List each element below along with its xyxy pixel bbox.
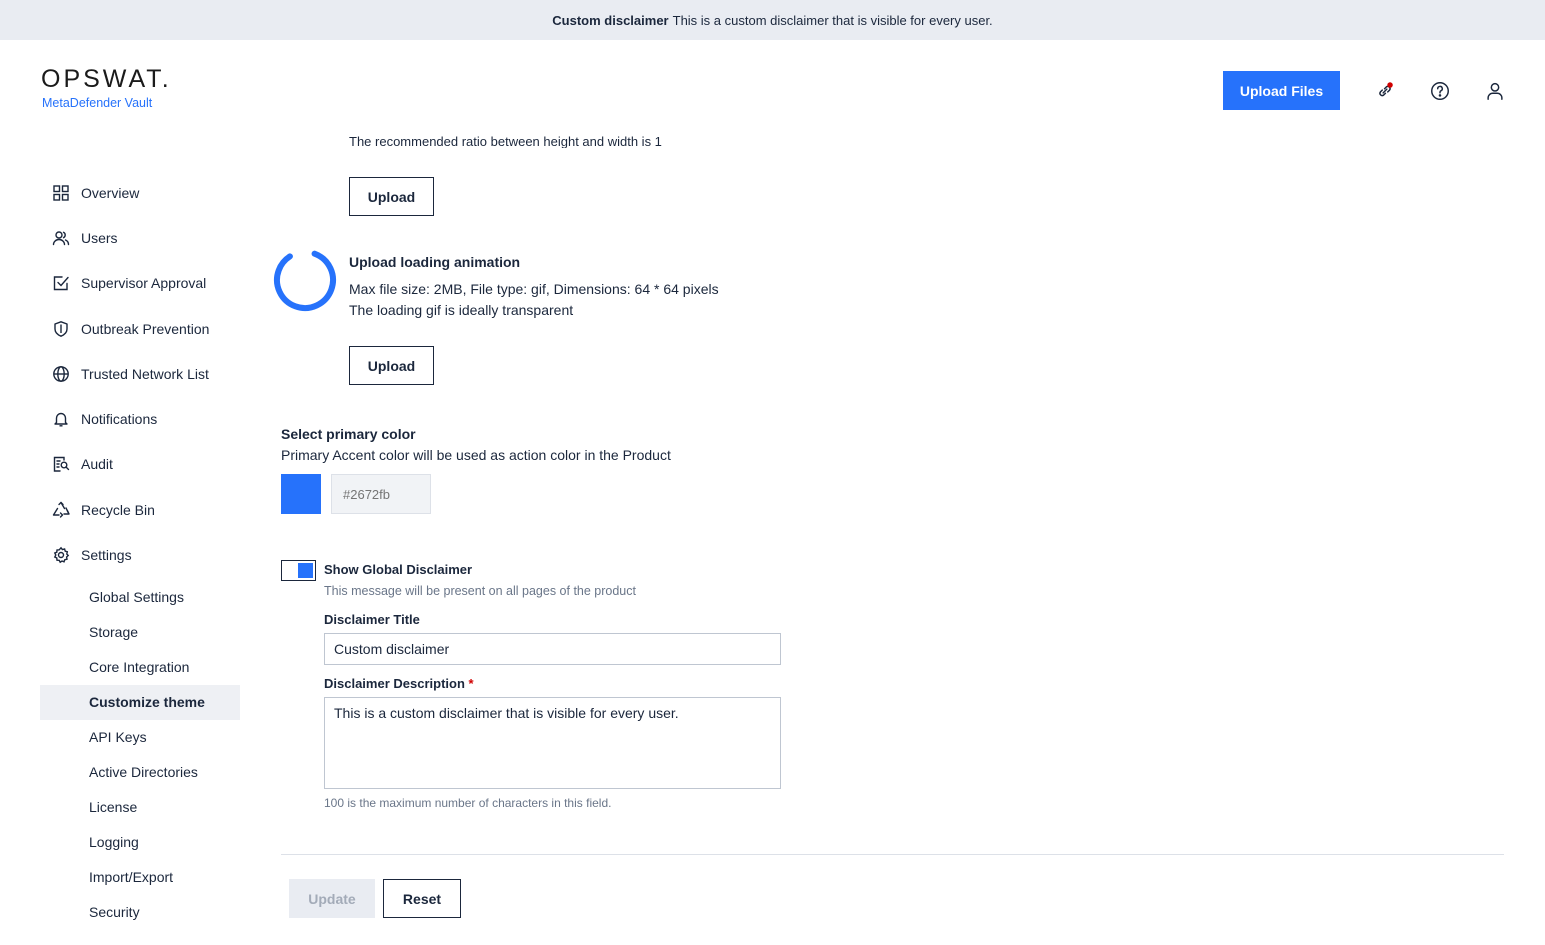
sidebar-subitem-customize-theme[interactable]: Customize theme — [40, 684, 240, 720]
disclaimer-title-input[interactable] — [324, 633, 781, 665]
sidebar-item-users[interactable]: Users — [40, 215, 240, 260]
grid-icon — [52, 184, 70, 202]
sidebar-item-label: Overview — [81, 184, 140, 201]
disclaimer-banner: Custom disclaimer This is a custom discl… — [0, 0, 1545, 40]
toggle-label: Show Global Disclaimer — [324, 562, 473, 577]
animation-upload-button[interactable]: Upload — [349, 346, 434, 385]
brand-name: OPSWAT. — [41, 65, 172, 93]
sidebar-subitem-import-export[interactable]: Import/Export — [40, 860, 240, 895]
sidebar-subitem-core-integration[interactable]: Core Integration — [40, 650, 240, 685]
sidebar-item-label: Audit — [81, 456, 113, 473]
banner-text: This is a custom disclaimer that is visi… — [672, 12, 993, 28]
sidebar: Overview Users Supervisor Approval Outbr… — [40, 170, 240, 930]
globe-icon — [52, 365, 70, 383]
shield-icon — [52, 320, 70, 338]
sidebar-item-supervisor-approval[interactable]: Supervisor Approval — [40, 261, 240, 306]
sidebar-item-label: Outbreak Prevention — [81, 320, 210, 337]
sidebar-item-label: Users — [81, 229, 118, 246]
sidebar-subitem-api-keys[interactable]: API Keys — [40, 720, 240, 755]
disclaimer-description-label-text: Disclaimer Description — [324, 676, 465, 691]
gear-icon — [52, 546, 70, 564]
banner-title: Custom disclaimer — [552, 12, 669, 28]
sidebar-item-trusted-network-list[interactable]: Trusted Network List — [40, 351, 240, 396]
sidebar-item-overview[interactable]: Overview — [40, 170, 240, 215]
loading-animation-preview — [274, 249, 336, 311]
sidebar-item-label: Settings — [81, 547, 132, 564]
audit-icon — [52, 455, 70, 473]
color-section-description: Primary Accent color will be used as act… — [281, 447, 671, 463]
divider — [281, 854, 1504, 855]
sidebar-item-label: Trusted Network List — [81, 365, 209, 382]
toggle-hint: This message will be present on all page… — [324, 584, 636, 598]
char-limit-hint: 100 is the maximum number of characters … — [324, 796, 612, 810]
disclaimer-description-label: Disclaimer Description * — [324, 676, 474, 691]
sidebar-subitem-storage[interactable]: Storage — [40, 615, 240, 650]
color-hex-input[interactable] — [331, 474, 431, 514]
animation-section-title: Upload loading animation — [349, 254, 521, 270]
sidebar-subitem-global-settings[interactable]: Global Settings — [40, 580, 240, 615]
show-disclaimer-toggle[interactable] — [281, 560, 316, 581]
logo-ratio-hint-clip: The recommended ratio between height and… — [349, 128, 849, 148]
update-button[interactable]: Update — [289, 879, 375, 918]
sidebar-item-notifications[interactable]: Notifications — [40, 396, 240, 441]
approval-icon — [52, 274, 70, 292]
user-icon[interactable] — [1483, 79, 1507, 103]
upload-files-button[interactable]: Upload Files — [1223, 71, 1340, 110]
help-icon[interactable] — [1428, 79, 1452, 103]
product-name: MetaDefender Vault — [42, 96, 153, 110]
animation-spec-text: Max file size: 2MB, File type: gif, Dime… — [349, 281, 719, 297]
disclaimer-description-input[interactable]: This is a custom disclaimer that is visi… — [324, 697, 781, 789]
animation-hint-text: The loading gif is ideally transparent — [349, 302, 574, 318]
recycle-icon — [52, 501, 70, 519]
sidebar-item-recycle-bin[interactable]: Recycle Bin — [40, 487, 240, 532]
sidebar-item-outbreak-prevention[interactable]: Outbreak Prevention — [40, 306, 240, 351]
link-notification-icon[interactable] — [1373, 79, 1397, 103]
sidebar-item-label: Recycle Bin — [81, 501, 155, 518]
sidebar-subitem-active-directories[interactable]: Active Directories — [40, 755, 240, 790]
logo[interactable]: OPSWAT. MetaDefender Vault — [41, 66, 172, 110]
disclaimer-title-label: Disclaimer Title — [324, 612, 420, 627]
logo-ratio-hint: The recommended ratio between height and… — [349, 134, 662, 148]
toggle-knob — [298, 563, 313, 578]
users-icon — [52, 229, 70, 247]
sidebar-subitem-logging[interactable]: Logging — [40, 825, 240, 860]
sidebar-subitem-security[interactable]: Security — [40, 895, 240, 930]
reset-button[interactable]: Reset — [383, 879, 461, 918]
sidebar-subitem-license[interactable]: License — [40, 790, 240, 825]
sidebar-item-label: Notifications — [81, 411, 158, 428]
logo-upload-button[interactable]: Upload — [349, 177, 434, 216]
sidebar-item-settings[interactable]: Settings — [40, 532, 240, 577]
color-section-title: Select primary color — [281, 426, 416, 442]
bell-icon — [52, 410, 70, 428]
required-mark: * — [468, 676, 474, 691]
sidebar-item-audit[interactable]: Audit — [40, 442, 240, 487]
color-swatch[interactable] — [281, 474, 321, 514]
sidebar-item-label: Supervisor Approval — [81, 275, 207, 292]
